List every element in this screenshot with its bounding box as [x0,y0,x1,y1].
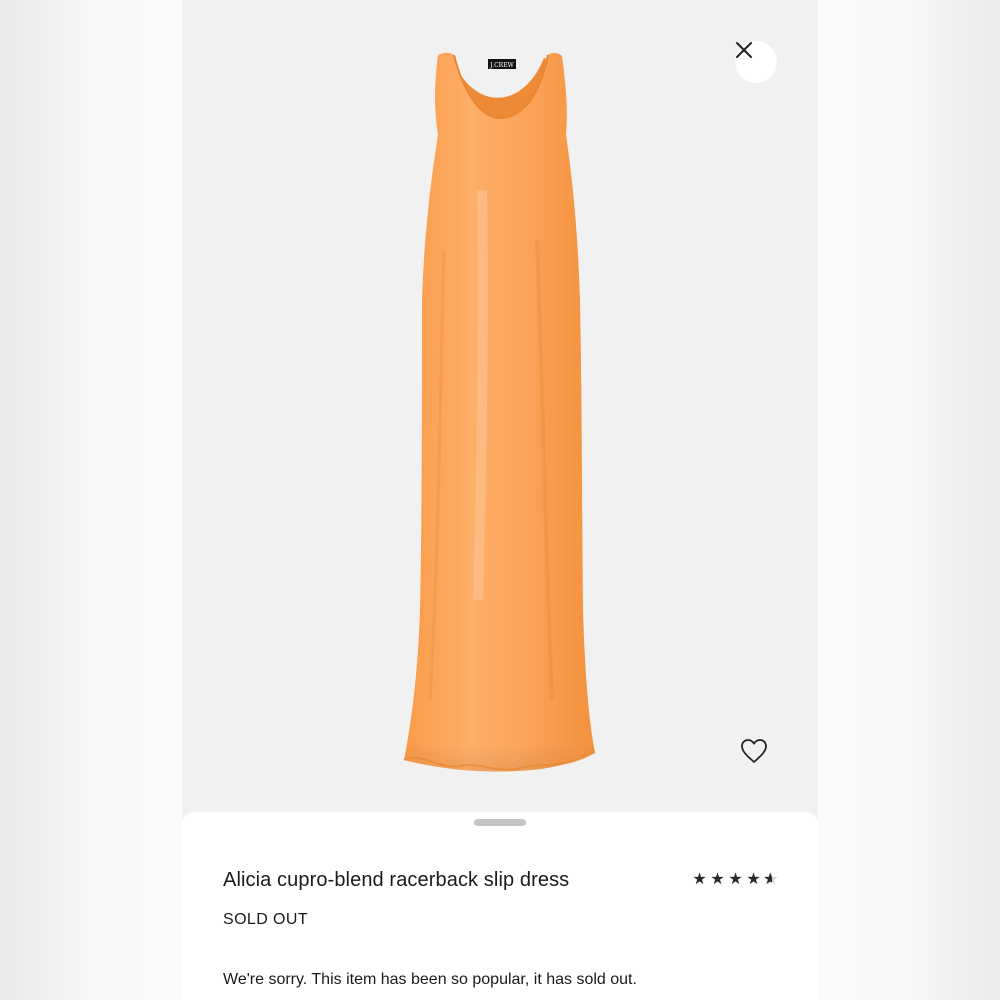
product-image[interactable]: J.CREW [182,0,818,815]
product-detail-screen: J.CREW Alicia cupro-blend racerback slip… [182,0,818,1000]
sheet-grabber[interactable] [474,819,526,826]
product-title: Alicia cupro-blend racerback slip dress [223,869,570,891]
product-info-sheet: Alicia cupro-blend racerback slip dress … [182,812,818,1000]
star-icon: ★ ★ [728,869,743,888]
star-icon: ★ ★ [710,869,725,888]
dress-illustration: J.CREW [403,52,596,772]
star-icon: ★ ★ [692,869,707,888]
wishlist-button[interactable] [740,738,774,772]
close-icon [736,42,752,58]
rating-stars[interactable]: ★ ★ ★ ★ ★ ★ ★ ★ ★ ★ [691,870,780,888]
brand-label-text: J.CREW [489,62,514,69]
sold-out-message: We're sorry. This item has been so popul… [223,971,637,988]
heart-icon [741,739,767,763]
star-icon: ★ ★ [746,869,761,888]
star-icon: ★ ★ [763,869,779,888]
stock-status: SOLD OUT [223,911,308,928]
close-button[interactable] [735,41,777,83]
